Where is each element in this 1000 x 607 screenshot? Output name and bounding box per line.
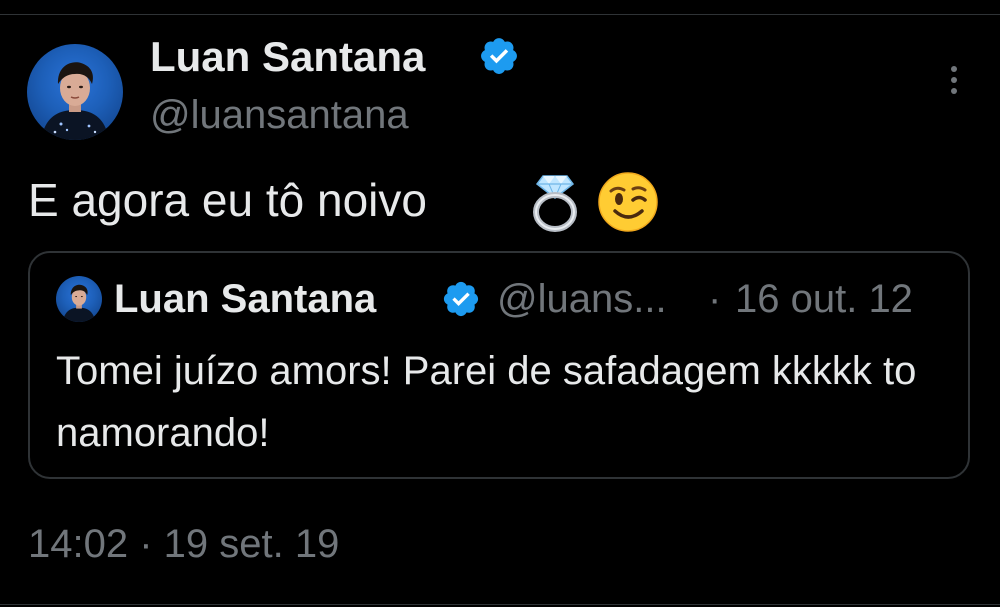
author-handle[interactable]: @luansantana bbox=[150, 91, 409, 139]
more-vertical-icon bbox=[951, 66, 957, 72]
quoted-tweet-text: Tomei juízo amors! Parei de safadagem kk… bbox=[56, 349, 917, 455]
quoted-author-avatar[interactable] bbox=[56, 276, 102, 322]
tweet-timestamp[interactable]: 14:02 · 19 set. 19 bbox=[28, 518, 339, 570]
bottom-divider bbox=[0, 604, 1000, 605]
more-options-button[interactable] bbox=[939, 60, 969, 100]
ring-emoji-icon bbox=[533, 175, 577, 232]
verified-badge-icon bbox=[481, 38, 517, 74]
author-name[interactable]: Luan Santana bbox=[150, 32, 425, 82]
quoted-verified-badge-icon bbox=[443, 281, 479, 317]
quoted-author-handle[interactable]: @luans... bbox=[497, 275, 667, 323]
author-avatar[interactable] bbox=[27, 44, 123, 140]
top-divider bbox=[0, 14, 1000, 15]
tweet-text: E agora eu tô noivo bbox=[28, 174, 427, 226]
quoted-separator: · bbox=[708, 277, 722, 321]
quoted-author-name[interactable]: Luan Santana bbox=[114, 275, 376, 323]
winking-face-emoji-icon bbox=[598, 172, 658, 232]
quoted-date[interactable]: 16 out. 12 bbox=[735, 275, 913, 323]
